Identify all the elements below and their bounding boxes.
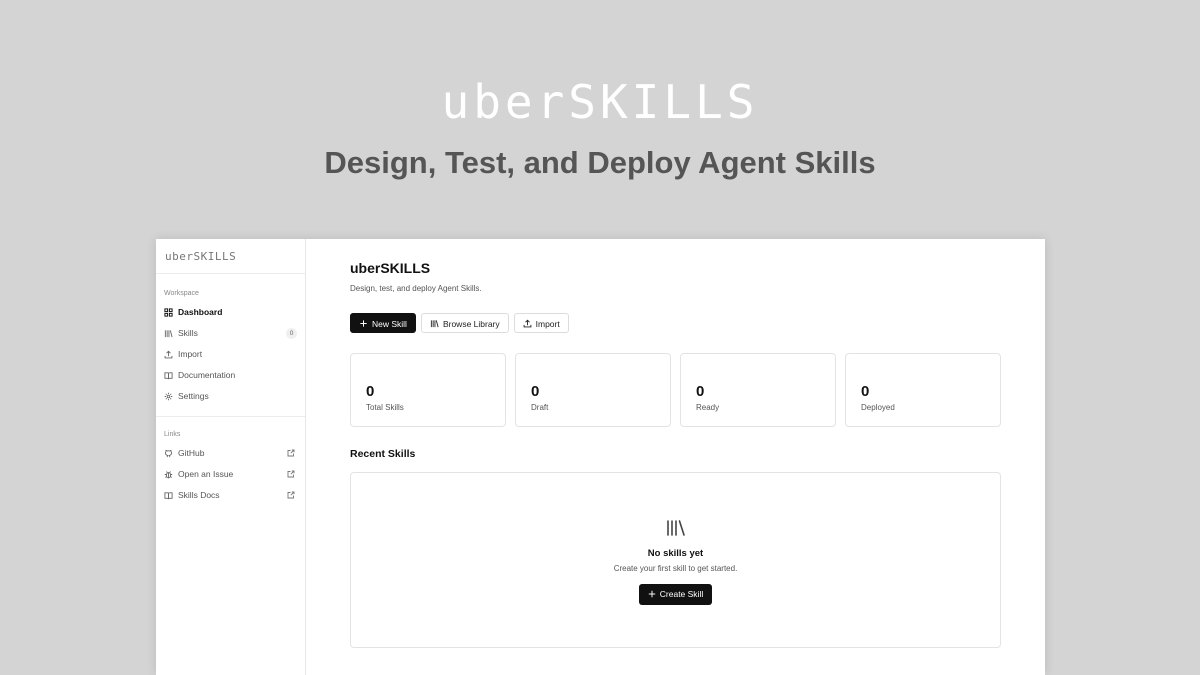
sidebar-item-label: GitHub <box>178 448 205 458</box>
main-content: uberSKILLS Design, test, and deploy Agen… <box>306 239 1045 675</box>
sidebar-link-skills-docs[interactable]: Skills Docs <box>156 485 305 506</box>
sidebar-link-github[interactable]: GitHub <box>156 443 305 464</box>
new-skill-label: New Skill <box>372 319 407 329</box>
new-skill-button[interactable]: New Skill <box>350 313 416 333</box>
stat-value: 0 <box>531 383 540 400</box>
stat-value: 0 <box>366 383 375 400</box>
stat-card-total-skills: 0 Total Skills <box>350 353 506 427</box>
stat-label: Total Skills <box>366 403 404 412</box>
empty-state-subtitle: Create your first skill to get started. <box>613 564 738 573</box>
sidebar-section-links: Links <box>164 431 181 438</box>
sidebar-logo[interactable]: uberSKILLS <box>156 239 305 274</box>
create-skill-label: Create Skill <box>659 589 704 599</box>
github-icon <box>164 449 173 458</box>
library-icon <box>164 329 173 338</box>
sidebar-item-label: Open an Issue <box>178 469 234 479</box>
sidebar-item-documentation[interactable]: Documentation <box>156 365 305 386</box>
sidebar-divider <box>156 416 305 417</box>
hero-tagline: Design, Test, and Deploy Agent Skills <box>324 145 876 180</box>
import-button[interactable]: Import <box>513 313 569 333</box>
create-skill-button[interactable]: Create Skill <box>639 584 712 605</box>
import-label: Import <box>535 319 560 329</box>
sidebar-item-label: Import <box>178 349 203 359</box>
sidebar-item-label: Dashboard <box>178 307 223 317</box>
library-icon <box>666 519 686 537</box>
gear-icon <box>164 392 173 401</box>
stat-value: 0 <box>861 383 870 400</box>
sidebar-item-label: Settings <box>178 391 209 401</box>
upload-icon <box>523 319 532 328</box>
sidebar-item-label: Skills <box>178 328 198 338</box>
stat-card-draft: 0 Draft <box>515 353 671 427</box>
empty-state-title: No skills yet <box>647 548 704 559</box>
sidebar-section-workspace: Workspace <box>164 290 199 297</box>
sidebar-item-settings[interactable]: Settings <box>156 386 305 407</box>
sidebar-item-label: Documentation <box>178 370 236 380</box>
recent-skills-empty-state: No skills yet Create your first skill to… <box>350 472 1001 648</box>
stat-label: Ready <box>696 403 720 412</box>
sidebar: uberSKILLS Workspace Dashboard Skills 0 … <box>156 239 306 675</box>
plus-icon <box>648 590 656 598</box>
page-subtitle: Design, test, and deploy Agent Skills. <box>350 284 482 293</box>
external-link-icon <box>287 470 295 478</box>
book-icon <box>164 491 173 500</box>
stat-value: 0 <box>696 383 705 400</box>
grid-icon <box>164 308 173 317</box>
stat-card-ready: 0 Ready <box>680 353 836 427</box>
sidebar-item-dashboard[interactable]: Dashboard <box>156 302 305 323</box>
sidebar-item-label: Skills Docs <box>178 490 220 500</box>
bug-icon <box>164 470 173 479</box>
app-window: uberSKILLS Workspace Dashboard Skills 0 … <box>156 239 1045 675</box>
external-link-icon <box>287 491 295 499</box>
sidebar-item-import[interactable]: Import <box>156 344 305 365</box>
browse-library-label: Browse Library <box>442 319 500 329</box>
hero-logo-text: uberSKILLS <box>441 75 759 129</box>
browse-library-button[interactable]: Browse Library <box>420 313 509 333</box>
sidebar-item-skills[interactable]: Skills 0 <box>156 323 305 344</box>
skills-count-badge: 0 <box>286 328 297 339</box>
stat-card-deployed: 0 Deployed <box>845 353 1001 427</box>
recent-skills-title: Recent Skills <box>350 448 416 460</box>
stat-label: Draft <box>531 403 549 412</box>
upload-icon <box>164 350 173 359</box>
plus-icon <box>359 319 368 328</box>
action-bar: New Skill Browse Library Import <box>350 313 574 335</box>
hero-logo: uberSKILLS <box>0 78 1200 126</box>
page-title: uberSKILLS <box>350 260 431 276</box>
stat-label: Deployed <box>861 403 895 412</box>
library-icon <box>430 319 439 328</box>
sidebar-link-open-issue[interactable]: Open an Issue <box>156 464 305 485</box>
external-link-icon <box>287 449 295 457</box>
book-icon <box>164 371 173 380</box>
stats-row: 0 Total Skills 0 Draft 0 Ready 0 Deploye… <box>350 353 1001 428</box>
